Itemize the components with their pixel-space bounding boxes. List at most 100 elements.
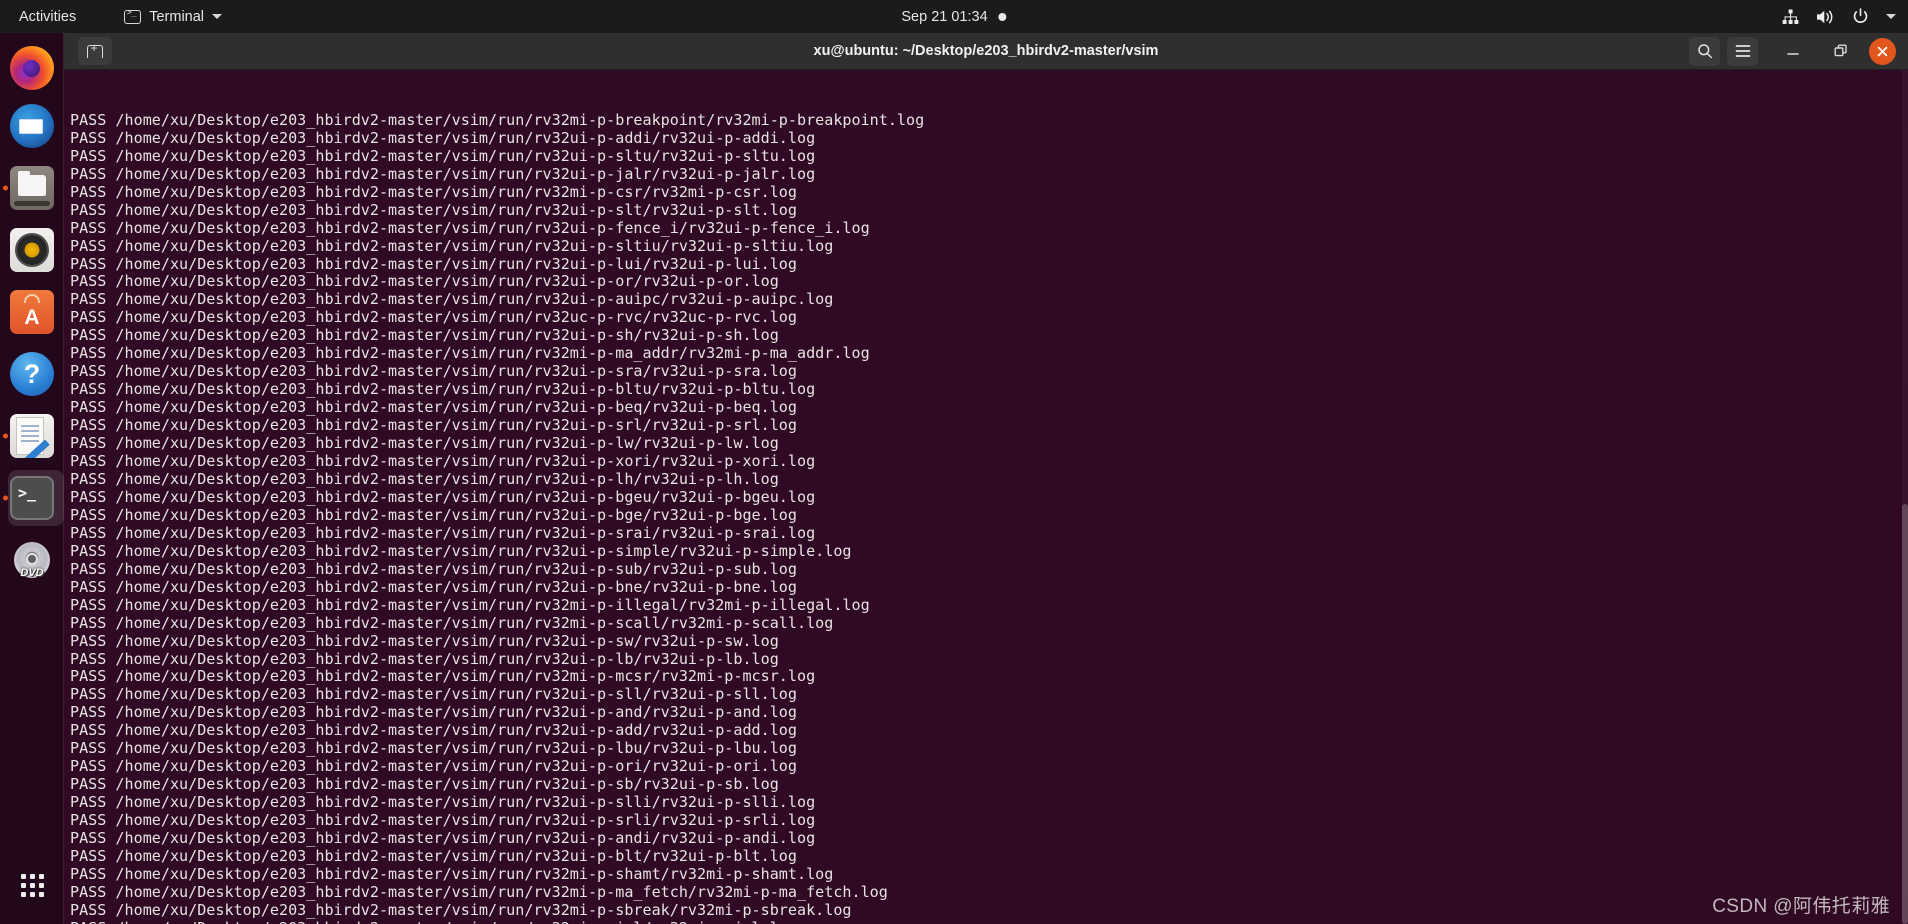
terminal-log-line: PASS /home/xu/Desktop/e203_hbirdv2-maste… bbox=[70, 919, 1908, 924]
thunderbird-icon bbox=[10, 104, 54, 148]
terminal-log-line: PASS /home/xu/Desktop/e203_hbirdv2-maste… bbox=[70, 308, 797, 327]
new-tab-icon bbox=[87, 42, 103, 58]
running-indicator-dot bbox=[3, 495, 8, 501]
terminal-log-line: PASS /home/xu/Desktop/e203_hbirdv2-maste… bbox=[70, 829, 816, 848]
dock-item-help[interactable]: ? bbox=[0, 343, 64, 405]
search-icon bbox=[1697, 43, 1713, 59]
window-title: xu@ubuntu: ~/Desktop/e203_hbirdv2-master… bbox=[813, 43, 1159, 59]
terminal-log-line: PASS /home/xu/Desktop/e203_hbirdv2-maste… bbox=[70, 631, 779, 650]
window-titlebar[interactable]: xu@ubuntu: ~/Desktop/e203_hbirdv2-master… bbox=[64, 33, 1908, 70]
activities-button[interactable]: Activities bbox=[10, 4, 85, 29]
dock-item-text-editor[interactable] bbox=[0, 405, 64, 467]
terminal-log-line: PASS /home/xu/Desktop/e203_hbirdv2-maste… bbox=[70, 577, 797, 596]
terminal-log-line: PASS /home/xu/Desktop/e203_hbirdv2-maste… bbox=[70, 146, 816, 165]
terminal-log-lines: PASS /home/xu/Desktop/e203_hbirdv2-maste… bbox=[70, 110, 1908, 924]
terminal-log-line: PASS /home/xu/Desktop/e203_hbirdv2-maste… bbox=[70, 775, 779, 794]
terminal-log-line: PASS /home/xu/Desktop/e203_hbirdv2-maste… bbox=[70, 469, 779, 488]
terminal-icon bbox=[10, 476, 54, 520]
terminal-log-line: PASS /home/xu/Desktop/e203_hbirdv2-maste… bbox=[70, 882, 888, 901]
terminal-log-line: PASS /home/xu/Desktop/e203_hbirdv2-maste… bbox=[70, 487, 816, 506]
app-menu-label: Terminal bbox=[149, 8, 205, 25]
restore-icon bbox=[1834, 44, 1848, 58]
activities-label: Activities bbox=[19, 8, 77, 25]
system-tray[interactable] bbox=[1782, 8, 1896, 25]
running-indicator-dot bbox=[3, 185, 8, 191]
terminal-icon bbox=[124, 8, 142, 24]
volume-icon bbox=[1816, 9, 1835, 25]
terminal-output-area[interactable]: PASS /home/xu/Desktop/e203_hbirdv2-maste… bbox=[64, 70, 1908, 924]
dvd-icon: DVD bbox=[10, 538, 54, 582]
rhythmbox-icon bbox=[10, 228, 54, 272]
files-icon bbox=[10, 166, 54, 210]
dock-item-ubuntu-software[interactable]: A bbox=[0, 281, 64, 343]
watermark-text: CSDN @阿伟托莉雅 bbox=[1712, 896, 1890, 918]
ubuntu-dock: A ? DVD bbox=[0, 33, 64, 924]
grid-icon bbox=[20, 873, 44, 897]
menu-button[interactable] bbox=[1727, 36, 1758, 66]
terminal-log-line: PASS /home/xu/Desktop/e203_hbirdv2-maste… bbox=[70, 541, 852, 560]
terminal-window: xu@ubuntu: ~/Desktop/e203_hbirdv2-master… bbox=[64, 33, 1908, 924]
terminal-log-line: PASS /home/xu/Desktop/e203_hbirdv2-maste… bbox=[70, 793, 816, 812]
maximize-button[interactable] bbox=[1825, 37, 1856, 66]
gnome-top-bar: Activities Terminal Sep 21 01:34 bbox=[0, 0, 1908, 33]
terminal-log-line: PASS /home/xu/Desktop/e203_hbirdv2-maste… bbox=[70, 900, 852, 919]
firefox-icon bbox=[10, 46, 54, 90]
running-indicator-dot bbox=[3, 433, 8, 439]
terminal-log-line: PASS /home/xu/Desktop/e203_hbirdv2-maste… bbox=[70, 128, 816, 147]
terminal-log-line: PASS /home/xu/Desktop/e203_hbirdv2-maste… bbox=[70, 362, 797, 381]
terminal-log-line: PASS /home/xu/Desktop/e203_hbirdv2-maste… bbox=[70, 326, 779, 345]
terminal-log-line: PASS /home/xu/Desktop/e203_hbirdv2-maste… bbox=[70, 739, 797, 758]
terminal-log-line: PASS /home/xu/Desktop/e203_hbirdv2-maste… bbox=[70, 846, 797, 865]
terminal-log-line: PASS /home/xu/Desktop/e203_hbirdv2-maste… bbox=[70, 254, 797, 273]
terminal-log-line: PASS /home/xu/Desktop/e203_hbirdv2-maste… bbox=[70, 595, 870, 614]
scrollbar-thumb[interactable] bbox=[1902, 504, 1908, 924]
terminal-log-line: PASS /home/xu/Desktop/e203_hbirdv2-maste… bbox=[70, 649, 779, 668]
terminal-log-line: PASS /home/xu/Desktop/e203_hbirdv2-maste… bbox=[70, 272, 779, 291]
terminal-log-line: PASS /home/xu/Desktop/e203_hbirdv2-maste… bbox=[70, 721, 797, 740]
terminal-log-line: PASS /home/xu/Desktop/e203_hbirdv2-maste… bbox=[70, 110, 925, 129]
minimize-button[interactable] bbox=[1777, 37, 1808, 66]
search-button[interactable] bbox=[1689, 36, 1720, 66]
terminal-log-line: PASS /home/xu/Desktop/e203_hbirdv2-maste… bbox=[70, 667, 816, 686]
terminal-log-line: PASS /home/xu/Desktop/e203_hbirdv2-maste… bbox=[70, 559, 797, 578]
close-button[interactable] bbox=[1869, 37, 1896, 65]
terminal-log-line: PASS /home/xu/Desktop/e203_hbirdv2-maste… bbox=[70, 344, 870, 363]
terminal-log-line: PASS /home/xu/Desktop/e203_hbirdv2-maste… bbox=[70, 703, 797, 722]
terminal-log-line: PASS /home/xu/Desktop/e203_hbirdv2-maste… bbox=[70, 200, 797, 219]
clock-label: Sep 21 01:34 bbox=[901, 8, 988, 25]
terminal-log-line: PASS /home/xu/Desktop/e203_hbirdv2-maste… bbox=[70, 685, 797, 704]
terminal-log-line: PASS /home/xu/Desktop/e203_hbirdv2-maste… bbox=[70, 398, 797, 417]
terminal-log-line: PASS /home/xu/Desktop/e203_hbirdv2-maste… bbox=[70, 434, 779, 453]
dock-item-firefox[interactable] bbox=[0, 37, 64, 99]
power-icon bbox=[1852, 8, 1869, 25]
dock-item-files[interactable] bbox=[0, 157, 64, 219]
notification-indicator-icon bbox=[998, 12, 1007, 21]
ubuntu-software-icon: A bbox=[10, 290, 54, 334]
help-icon: ? bbox=[10, 352, 54, 396]
dock-item-dvd[interactable]: DVD bbox=[0, 529, 64, 591]
terminal-log-line: PASS /home/xu/Desktop/e203_hbirdv2-maste… bbox=[70, 864, 834, 883]
terminal-log-line: PASS /home/xu/Desktop/e203_hbirdv2-maste… bbox=[70, 757, 797, 776]
terminal-scrollbar[interactable] bbox=[1902, 70, 1908, 924]
terminal-log-line: PASS /home/xu/Desktop/e203_hbirdv2-maste… bbox=[70, 505, 797, 524]
terminal-log-line: PASS /home/xu/Desktop/e203_hbirdv2-maste… bbox=[70, 218, 870, 237]
terminal-log-line: PASS /home/xu/Desktop/e203_hbirdv2-maste… bbox=[70, 416, 797, 435]
app-menu-terminal[interactable]: Terminal bbox=[115, 4, 231, 29]
minimize-icon bbox=[1786, 45, 1800, 57]
dock-item-rhythmbox[interactable] bbox=[0, 219, 64, 281]
hamburger-menu-icon bbox=[1735, 44, 1751, 58]
text-editor-icon bbox=[10, 414, 54, 458]
chevron-down-icon bbox=[212, 14, 223, 19]
show-applications-button[interactable] bbox=[0, 860, 64, 910]
dock-item-terminal[interactable] bbox=[0, 467, 64, 529]
terminal-log-line: PASS /home/xu/Desktop/e203_hbirdv2-maste… bbox=[70, 613, 834, 632]
new-tab-button[interactable] bbox=[78, 37, 112, 65]
terminal-log-line: PASS /home/xu/Desktop/e203_hbirdv2-maste… bbox=[70, 811, 816, 830]
dock-item-thunderbird[interactable] bbox=[0, 95, 64, 157]
terminal-log-line: PASS /home/xu/Desktop/e203_hbirdv2-maste… bbox=[70, 452, 816, 471]
window-controls bbox=[1689, 36, 1896, 66]
clock-menu[interactable]: Sep 21 01:34 bbox=[901, 8, 1007, 25]
terminal-log-line: PASS /home/xu/Desktop/e203_hbirdv2-maste… bbox=[70, 523, 816, 542]
close-icon bbox=[1876, 45, 1889, 58]
terminal-log-line: PASS /home/xu/Desktop/e203_hbirdv2-maste… bbox=[70, 380, 816, 399]
